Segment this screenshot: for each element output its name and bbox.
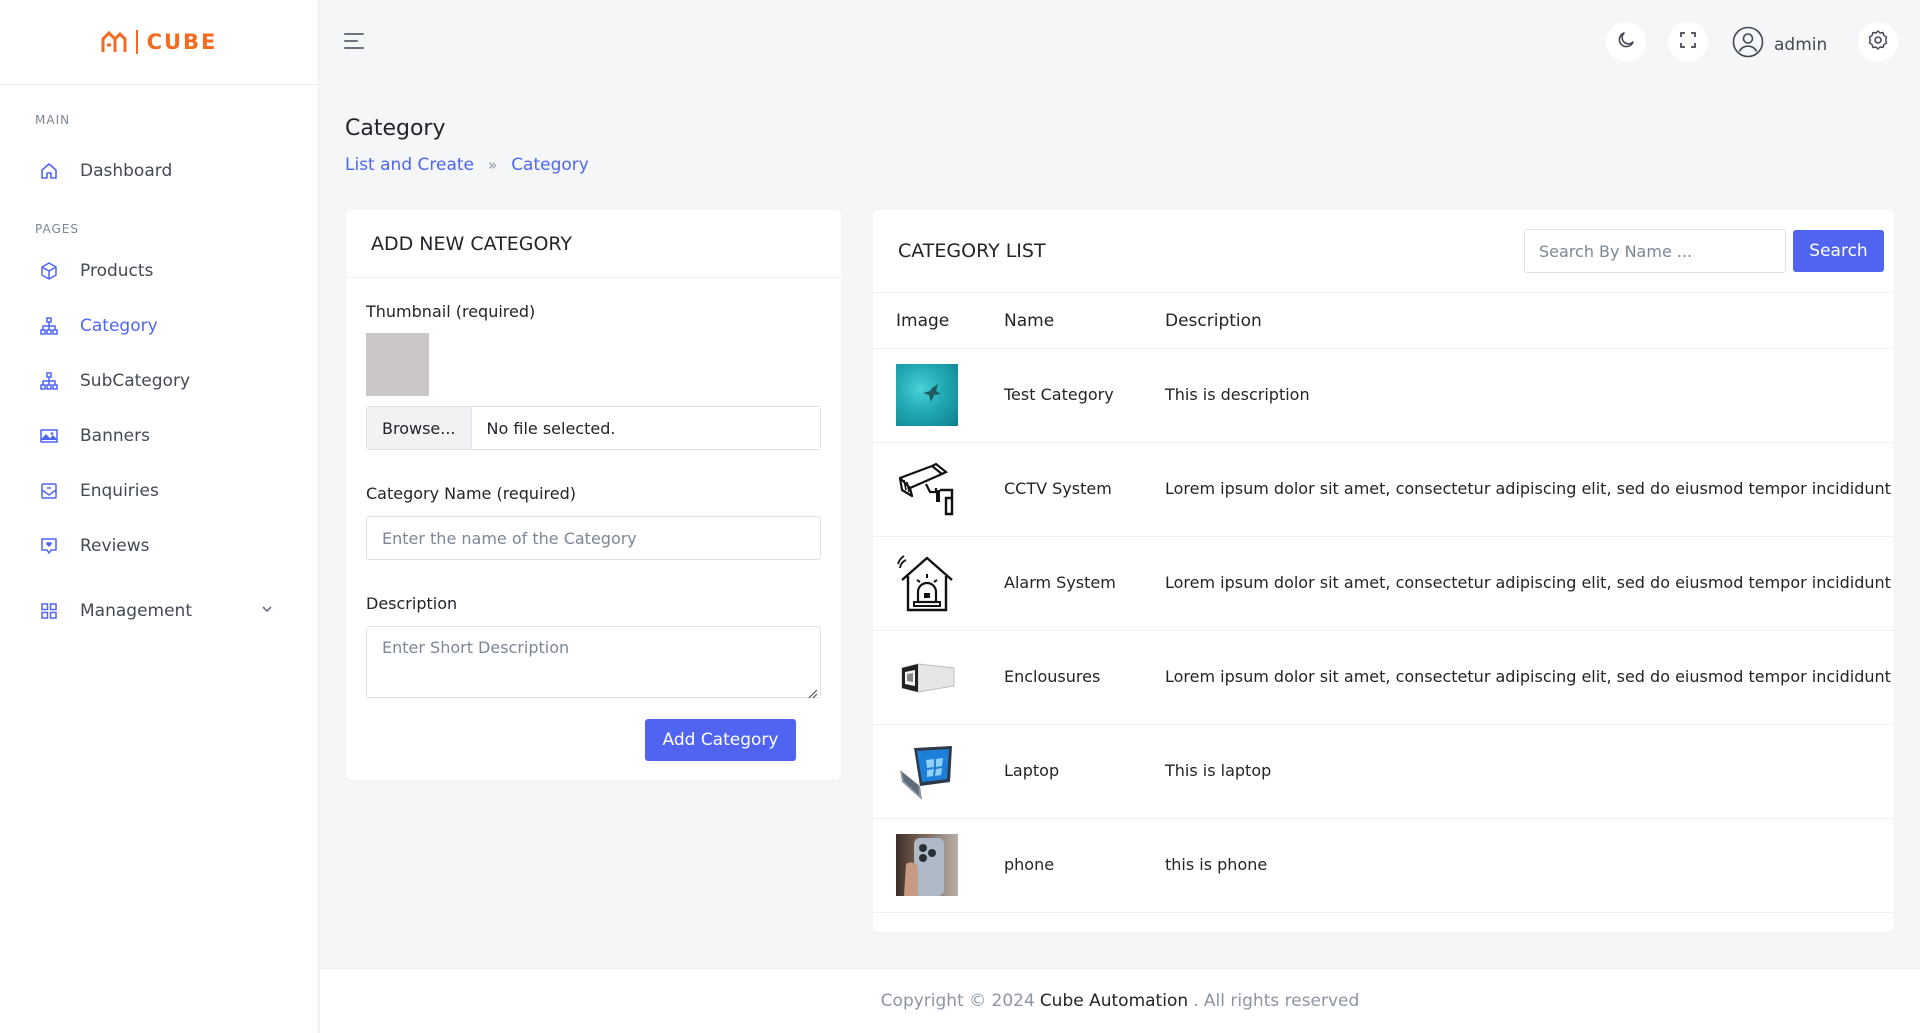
table-header: Image Name Description	[873, 293, 1894, 349]
sidebar-item-category[interactable]: Category	[0, 298, 318, 353]
image-icon	[38, 425, 60, 447]
category-list-card: CATEGORY LIST Search Image Name Descript…	[873, 210, 1894, 932]
fullscreen-button[interactable]	[1668, 22, 1708, 62]
sidebar-item-label: Banners	[80, 425, 150, 446]
home-icon	[38, 160, 60, 182]
resize-handle-icon[interactable]	[806, 684, 818, 699]
fullscreen-icon	[1679, 31, 1697, 53]
avatar	[1732, 26, 1764, 63]
alarm-house-icon	[896, 552, 958, 614]
table-row[interactable]: Alarm System Lorem ipsum dolor sit amet,…	[873, 537, 1894, 631]
table-row[interactable]: Test Category This is description	[873, 349, 1894, 443]
add-category-heading: ADD NEW CATEGORY	[346, 210, 841, 278]
table-row[interactable]: phone this is phone	[873, 819, 1894, 913]
sidebar-item-label: Reviews	[80, 535, 150, 556]
breadcrumb: List and Create » Category	[345, 155, 589, 175]
column-header-image: Image	[896, 311, 950, 331]
cctv-camera-icon	[896, 458, 958, 520]
category-list-heading: CATEGORY LIST	[898, 240, 1046, 262]
settings-button[interactable]	[1858, 22, 1898, 62]
chevron-double-right-icon: »	[488, 156, 498, 174]
breadcrumb-link[interactable]: List and Create	[345, 155, 474, 175]
thumbnail-label: Thumbnail (required)	[366, 302, 536, 321]
section-main-label: MAIN	[35, 113, 71, 127]
category-thumbnail	[896, 364, 958, 426]
browse-button[interactable]: Browse...	[367, 407, 472, 449]
sidebar-item-enquiries[interactable]: Enquiries	[0, 463, 318, 518]
brand-name: CUBE	[146, 30, 218, 54]
description-label: Description	[366, 594, 458, 613]
category-description: Lorem ipsum dolor sit amet, consectetur …	[1165, 573, 1894, 592]
sitemap-icon	[38, 315, 60, 337]
category-description: Lorem ipsum dolor sit amet, consectetur …	[1165, 479, 1894, 498]
thumbnail-file-input[interactable]: Browse... No file selected.	[366, 406, 821, 450]
sidebar-item-subcategory[interactable]: SubCategory	[0, 353, 318, 408]
heart-message-icon	[38, 535, 60, 557]
category-description: this is phone	[1165, 855, 1268, 874]
category-name-input[interactable]	[366, 516, 821, 560]
add-category-button[interactable]: Add Category	[645, 719, 796, 761]
phone-photo	[896, 834, 958, 896]
search-button[interactable]: Search	[1793, 230, 1884, 272]
category-name: Alarm System	[1004, 573, 1116, 592]
enclosure-box-photo	[896, 646, 958, 708]
breadcrumb-current: Category	[511, 155, 589, 175]
sidebar-item-banners[interactable]: Banners	[0, 408, 318, 463]
sitemap-icon	[38, 370, 60, 392]
sidebar-item-label: Dashboard	[80, 160, 173, 181]
category-list-header: CATEGORY LIST Search	[873, 210, 1894, 293]
footer: Copyright © 2024 Cube Automation . All r…	[320, 968, 1920, 1033]
topbar: admin	[320, 0, 1920, 85]
column-header-description: Description	[1165, 311, 1262, 331]
sidebar-item-dashboard[interactable]: Dashboard	[0, 143, 318, 198]
table-row[interactable]: Laptop This is laptop	[873, 725, 1894, 819]
sidebar-item-label: Management	[80, 600, 192, 621]
add-category-card: ADD NEW CATEGORY Thumbnail (required) Br…	[346, 210, 841, 780]
moon-icon	[1615, 29, 1637, 55]
gear-icon	[1867, 29, 1889, 55]
category-name: phone	[1004, 855, 1055, 874]
brand-logo[interactable]: CUBE	[0, 0, 318, 85]
sidebar-item-label: Category	[80, 315, 158, 336]
sidebar-item-reviews[interactable]: Reviews	[0, 518, 318, 573]
laptop-photo	[896, 740, 958, 802]
brand-separator	[135, 30, 138, 54]
user-menu[interactable]: admin	[1732, 26, 1827, 63]
category-name: CCTV System	[1004, 479, 1112, 498]
chevron-down-icon[interactable]	[260, 601, 274, 621]
section-pages-label: PAGES	[35, 222, 79, 236]
category-name: Laptop	[1004, 761, 1060, 780]
category-description: This is laptop	[1165, 761, 1272, 780]
category-description: Lorem ipsum dolor sit amet, consectetur …	[1165, 667, 1894, 686]
category-name-label: Category Name (required)	[366, 484, 576, 503]
category-name: Enclousures	[1004, 667, 1101, 686]
menu-toggle-icon[interactable]	[344, 33, 364, 51]
file-status: No file selected.	[486, 418, 616, 438]
sidebar: CUBE MAIN Dashboard PAGES Products Categ…	[0, 0, 319, 1033]
category-name: Test Category	[1004, 385, 1114, 404]
theme-toggle-button[interactable]	[1606, 22, 1646, 62]
username: admin	[1774, 34, 1828, 55]
search-input[interactable]	[1524, 229, 1786, 273]
company-link[interactable]: Cube Automation	[1040, 991, 1188, 1011]
sidebar-item-products[interactable]: Products	[0, 243, 318, 298]
page-title: Category	[345, 116, 446, 141]
copyright-prefix: Copyright © 2024	[880, 991, 1035, 1011]
table-row[interactable]: CCTV System Lorem ipsum dolor sit amet, …	[873, 443, 1894, 537]
grid-icon	[38, 600, 60, 622]
sidebar-item-label: Products	[80, 260, 154, 281]
sidebar-item-management[interactable]: Management	[0, 583, 318, 638]
thumbnail-preview	[366, 333, 429, 396]
table-row[interactable]: Enclousures Lorem ipsum dolor sit amet, …	[873, 631, 1894, 725]
sidebar-item-label: SubCategory	[80, 370, 191, 391]
sidebar-item-label: Enquiries	[80, 480, 159, 501]
copyright-suffix: . All rights reserved	[1193, 991, 1360, 1011]
box-icon	[38, 260, 60, 282]
cube-logo-icon	[101, 31, 127, 53]
description-textarea[interactable]	[366, 626, 821, 698]
mail-icon	[38, 480, 60, 502]
category-description: This is description	[1165, 385, 1310, 404]
column-header-name: Name	[1004, 311, 1055, 331]
